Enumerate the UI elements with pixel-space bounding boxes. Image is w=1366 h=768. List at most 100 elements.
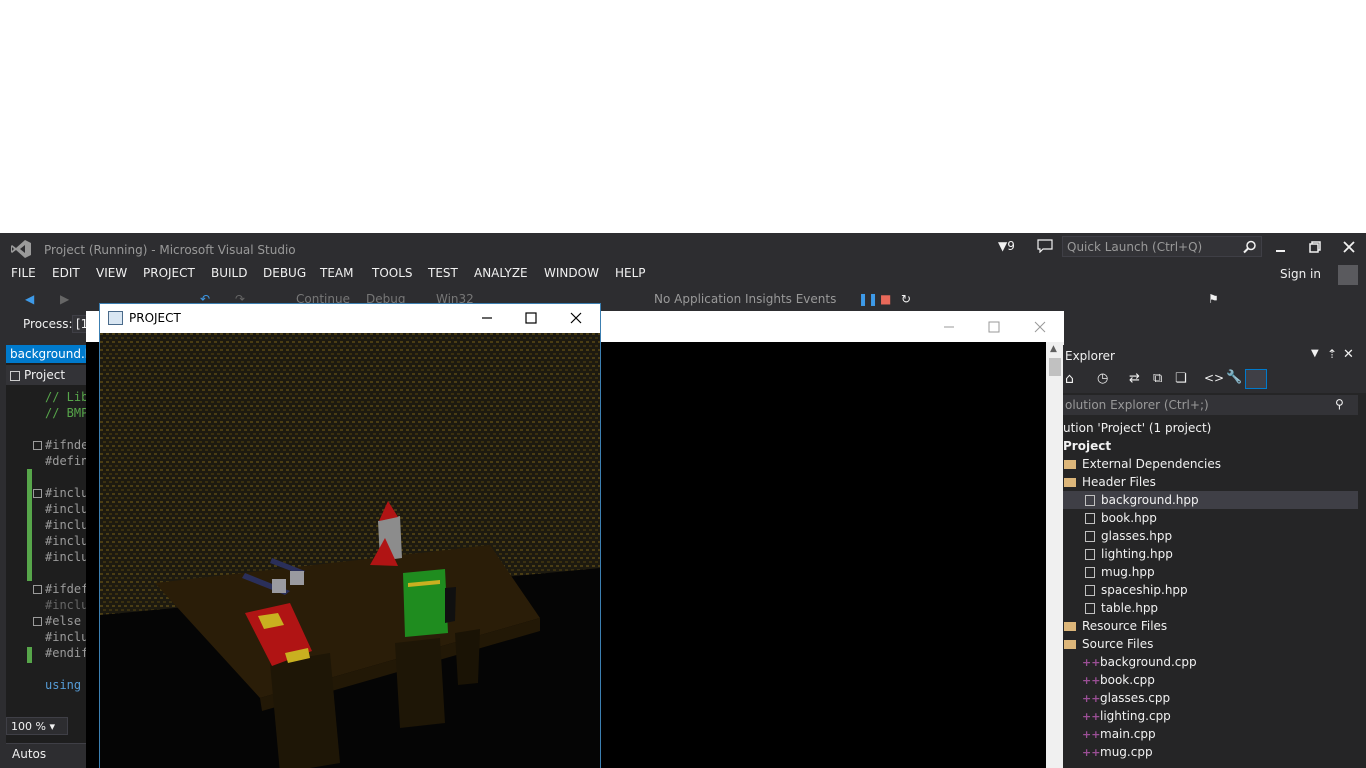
restart-icon[interactable]: ↻ bbox=[901, 292, 911, 306]
code-line: // Lib bbox=[45, 390, 89, 404]
source-file-item[interactable]: ++mug.cpp bbox=[1082, 743, 1153, 761]
external-dependencies-label: External Dependencies bbox=[1082, 457, 1222, 471]
forward-icon[interactable]: ▶ bbox=[60, 292, 69, 306]
resource-files-folder[interactable]: Resource Files bbox=[1064, 617, 1167, 635]
solution-node[interactable]: ution 'Project' (1 project) bbox=[1063, 419, 1211, 437]
header-file-icon bbox=[1085, 549, 1095, 560]
vertical-scrollbar[interactable]: ▲ bbox=[1046, 342, 1064, 768]
menu-team[interactable]: TEAM bbox=[320, 266, 353, 280]
autos-label: Autos bbox=[12, 747, 47, 761]
source-file-item[interactable]: ++main.cpp bbox=[1082, 725, 1156, 743]
notifications-button[interactable]: ▼9 bbox=[998, 239, 1015, 253]
outline-collapse-icon[interactable] bbox=[33, 617, 42, 626]
file-name: mug.hpp bbox=[1101, 565, 1155, 579]
file-name: spaceship.hpp bbox=[1101, 583, 1188, 597]
home-icon[interactable]: ⌂ bbox=[1065, 371, 1074, 387]
dropdown-icon[interactable]: ▼ bbox=[1311, 348, 1319, 359]
close-icon[interactable]: ✕ bbox=[1343, 347, 1354, 362]
header-file-item[interactable]: table.hpp bbox=[1085, 599, 1158, 617]
outline-collapse-icon[interactable] bbox=[33, 585, 42, 594]
source-file-item[interactable]: ++book.cpp bbox=[1082, 671, 1155, 689]
code-line: #inclu bbox=[45, 502, 89, 516]
show-all-files-icon[interactable]: ❏ bbox=[1175, 371, 1187, 386]
source-file-item[interactable]: ++background.cpp bbox=[1082, 653, 1197, 671]
menu-file[interactable]: FILE bbox=[11, 266, 36, 280]
source-file-item[interactable]: ++glasses.cpp bbox=[1082, 689, 1170, 707]
preview-icon[interactable] bbox=[1245, 369, 1267, 389]
bookmark-icon[interactable]: ⚑ bbox=[1208, 292, 1219, 306]
scroll-up-icon[interactable]: ▲ bbox=[1050, 344, 1057, 354]
solution-search-input[interactable]: olution Explorer (Ctrl+;) ⚲ bbox=[1063, 395, 1358, 415]
stop-icon[interactable]: ■ bbox=[880, 292, 891, 306]
cpp-file-icon: ++ bbox=[1082, 746, 1101, 759]
menu-project[interactable]: PROJECT bbox=[143, 266, 195, 280]
search-icon[interactable]: ⚲ bbox=[1335, 397, 1344, 411]
code-line: #else bbox=[45, 614, 82, 628]
history-icon[interactable]: ◷ bbox=[1097, 371, 1108, 386]
maximize-icon[interactable] bbox=[987, 320, 1001, 334]
header-files-folder[interactable]: Header Files bbox=[1064, 473, 1156, 491]
search-icon[interactable] bbox=[1243, 240, 1257, 254]
menu-analyze[interactable]: ANALYZE bbox=[474, 266, 528, 280]
restore-icon[interactable] bbox=[1305, 237, 1325, 257]
zoom-dropdown[interactable]: 100 % ▾ bbox=[6, 717, 68, 735]
opengl-window-title: PROJECT bbox=[129, 311, 181, 325]
menu-edit[interactable]: EDIT bbox=[52, 266, 80, 280]
source-files-folder[interactable]: Source Files bbox=[1064, 635, 1153, 653]
maximize-icon[interactable] bbox=[524, 311, 538, 325]
quick-launch-input[interactable]: Quick Launch (Ctrl+Q) bbox=[1062, 236, 1262, 257]
menu-window[interactable]: WINDOW bbox=[544, 266, 599, 280]
menu-view[interactable]: VIEW bbox=[96, 266, 127, 280]
table-leg bbox=[455, 629, 480, 685]
avatar[interactable] bbox=[1338, 265, 1358, 285]
header-file-item[interactable]: lighting.hpp bbox=[1085, 545, 1173, 563]
file-name: book.cpp bbox=[1100, 673, 1155, 687]
menu-test[interactable]: TEST bbox=[428, 266, 458, 280]
project-node[interactable]: Project bbox=[1063, 437, 1111, 455]
close-icon[interactable] bbox=[1033, 320, 1047, 334]
code-line: #ifdef bbox=[45, 582, 89, 596]
menu-tools[interactable]: TOOLS bbox=[372, 266, 413, 280]
feedback-icon[interactable] bbox=[1037, 239, 1053, 253]
insights-dropdown[interactable]: No Application Insights Events bbox=[654, 292, 836, 306]
code-line: #inclu bbox=[45, 630, 89, 644]
external-dependencies-node[interactable]: External Dependencies bbox=[1064, 455, 1221, 473]
outline-collapse-icon[interactable] bbox=[33, 489, 42, 498]
close-icon[interactable] bbox=[1339, 237, 1359, 257]
source-files-label: Source Files bbox=[1082, 637, 1154, 651]
collapse-all-icon[interactable]: ⧉ bbox=[1153, 371, 1162, 386]
close-icon[interactable] bbox=[569, 311, 583, 325]
header-file-item[interactable]: book.hpp bbox=[1085, 509, 1157, 527]
properties-icon[interactable]: 🔧 bbox=[1226, 370, 1242, 385]
sync-icon[interactable]: ⇄ bbox=[1129, 371, 1140, 386]
header-file-icon bbox=[1085, 567, 1095, 578]
opengl-window-title-bar[interactable]: PROJECT bbox=[100, 304, 600, 333]
visual-studio-logo-icon bbox=[11, 240, 31, 258]
app-title: Project (Running) - Microsoft Visual Stu… bbox=[44, 243, 296, 257]
opengl-scene[interactable] bbox=[100, 333, 600, 768]
menu-build[interactable]: BUILD bbox=[211, 266, 247, 280]
minimize-icon[interactable] bbox=[942, 320, 956, 334]
minimize-icon[interactable] bbox=[480, 311, 494, 325]
header-file-item[interactable]: background.hpp bbox=[1063, 491, 1358, 509]
menu-debug[interactable]: DEBUG bbox=[263, 266, 306, 280]
back-icon[interactable]: ◀ bbox=[25, 292, 34, 306]
opengl-window[interactable]: PROJECT bbox=[99, 303, 601, 768]
glasses-lens bbox=[272, 579, 286, 593]
header-file-item[interactable]: glasses.hpp bbox=[1085, 527, 1172, 545]
pause-icon[interactable]: ❚❚ bbox=[858, 292, 878, 306]
menu-help[interactable]: HELP bbox=[615, 266, 646, 280]
minimize-icon[interactable] bbox=[1271, 237, 1291, 257]
code-line: #inclu bbox=[45, 598, 89, 612]
scrollbar-thumb[interactable] bbox=[1049, 358, 1061, 376]
chevron-down-icon: ▾ bbox=[49, 720, 55, 733]
sign-in-link[interactable]: Sign in bbox=[1280, 267, 1321, 281]
source-file-item[interactable]: ++lighting.cpp bbox=[1082, 707, 1171, 725]
process-label: Process: bbox=[23, 317, 73, 331]
outline-collapse-icon[interactable] bbox=[33, 441, 42, 450]
view-code-icon[interactable]: <> bbox=[1204, 371, 1224, 385]
header-file-item[interactable]: spaceship.hpp bbox=[1085, 581, 1188, 599]
pin-icon[interactable]: ⇡ bbox=[1327, 347, 1337, 361]
header-file-item[interactable]: mug.hpp bbox=[1085, 563, 1155, 581]
project-label: Project bbox=[1063, 439, 1112, 453]
